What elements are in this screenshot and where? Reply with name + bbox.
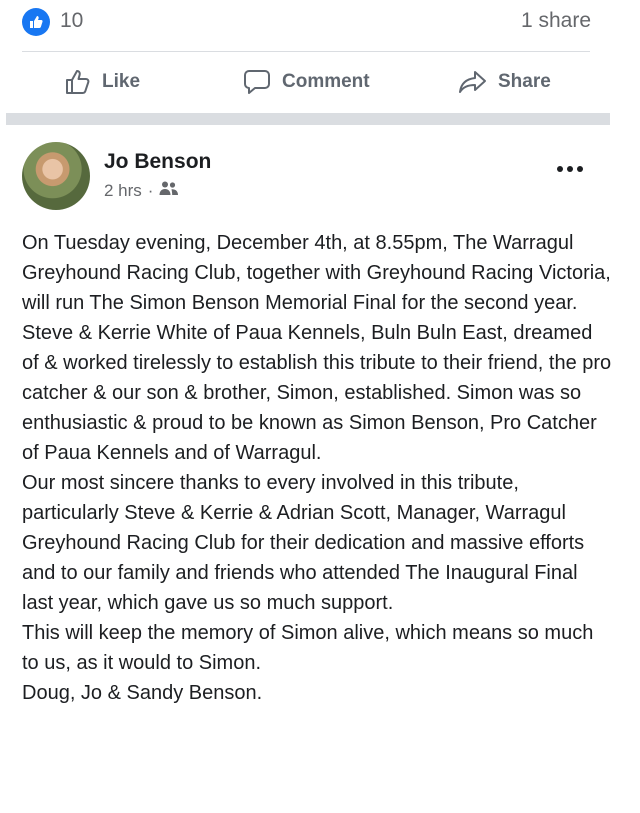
action-bar: Like Comment Share	[0, 54, 640, 112]
post-time[interactable]: 2 hrs	[104, 181, 142, 201]
section-separator	[6, 113, 610, 125]
thumbs-up-icon	[64, 68, 92, 96]
like-count[interactable]: 10	[60, 8, 83, 34]
like-label: Like	[102, 71, 141, 92]
more-options-icon[interactable]	[556, 160, 584, 178]
share-count[interactable]: 1 share	[521, 8, 591, 34]
comment-button[interactable]: Comment	[242, 64, 370, 100]
share-label: Share	[498, 71, 551, 92]
author-name[interactable]: Jo Benson	[104, 150, 211, 174]
comment-label: Comment	[282, 71, 370, 92]
post-paragraph: On Tuesday evening, December 4th, at 8.5…	[22, 232, 611, 314]
post-header: Jo Benson 2 hrs ·	[0, 130, 640, 220]
friends-icon[interactable]	[159, 180, 179, 201]
post-paragraph: Steve & Kerrie White of Paua Kennels, Bu…	[22, 322, 612, 464]
like-button[interactable]: Like	[64, 64, 140, 100]
avatar[interactable]	[22, 142, 90, 210]
post-text: On Tuesday evening, December 4th, at 8.5…	[22, 228, 612, 708]
like-reaction-icon[interactable]	[22, 8, 50, 36]
post-paragraph: This will keep the memory of Simon alive…	[22, 622, 594, 674]
divider	[22, 51, 590, 52]
share-button[interactable]: Share	[458, 64, 551, 100]
post-paragraph: Doug, Jo & Sandy Benson.	[22, 682, 263, 704]
meta-separator: ·	[147, 180, 154, 200]
post-meta: 2 hrs ·	[104, 180, 179, 201]
share-arrow-icon	[458, 68, 488, 96]
reactions-bar: 10 1 share	[0, 0, 640, 46]
comment-icon	[242, 68, 272, 96]
post-paragraph: Our most sincere thanks to every involve…	[22, 472, 585, 614]
